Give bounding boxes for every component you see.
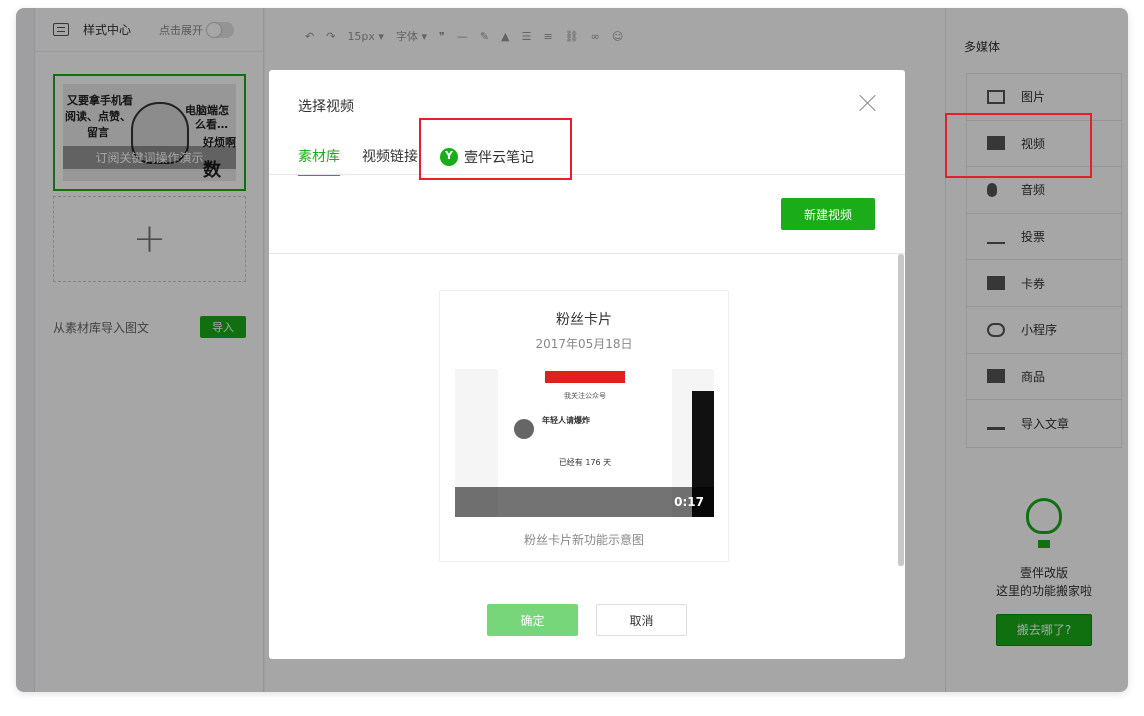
- video-date: 2017年05月18日: [535, 337, 633, 351]
- video-title: 粉丝卡片: [556, 312, 612, 328]
- thumbnail-follow-text: 我关注公众号: [564, 392, 606, 400]
- highlight-box-video-item: [945, 113, 1092, 178]
- scrollbar[interactable]: [898, 254, 904, 566]
- video-card[interactable]: 粉丝卡片 2017年05月18日 我关注公众号 年轻人请爆炸 已经有 176 天…: [439, 290, 729, 562]
- new-video-button[interactable]: 新建视频: [781, 198, 875, 230]
- tab-material-library[interactable]: 素材库: [298, 146, 340, 176]
- thumbnail-account-name: 年轻人请爆炸: [542, 416, 590, 425]
- dialog-title: 选择视频: [298, 99, 354, 115]
- video-caption: 粉丝卡片新功能示意图: [523, 533, 644, 547]
- video-thumbnail: 我关注公众号 年轻人请爆炸 已经有 176 天 0:17: [455, 369, 714, 517]
- scrollbar-thumb[interactable]: [898, 254, 904, 566]
- video-duration: 0:17: [674, 495, 704, 509]
- highlight-box-yiban-tab: [419, 118, 572, 180]
- thumbnail-days-text: 已经有 176 天: [558, 458, 612, 467]
- cancel-button[interactable]: 取消: [596, 604, 687, 636]
- avatar: [514, 419, 534, 439]
- section-divider: [269, 253, 905, 254]
- tab-divider: [269, 174, 905, 175]
- confirm-button[interactable]: 确定: [487, 604, 578, 636]
- tab-video-link[interactable]: 视频链接: [362, 146, 418, 176]
- select-video-dialog: 选择视频 素材库 视频链接 壹伴云笔记 新建视频 粉丝卡片 2017年05月18…: [269, 70, 905, 659]
- close-icon[interactable]: [857, 92, 879, 114]
- thumbnail-banner: [545, 371, 625, 383]
